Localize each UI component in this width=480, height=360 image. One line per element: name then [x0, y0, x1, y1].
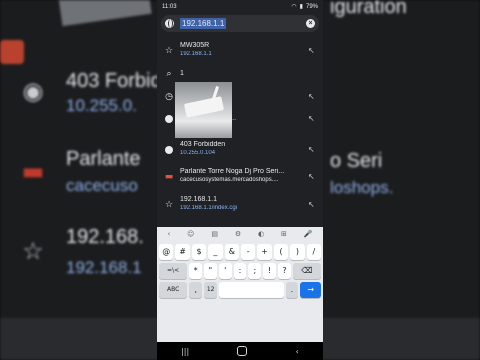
background-right-text: iguration	[330, 0, 407, 18]
suggestion-item[interactable]: ☆ MW305R 192.168.1.1 ↖	[157, 40, 323, 62]
suggestion-title: Parlante Torre Noga Dj Pro Seri...	[180, 168, 285, 175]
key[interactable]: @	[159, 244, 174, 260]
key[interactable]: !	[263, 263, 277, 279]
background-right-text: o Seri	[330, 150, 383, 172]
address-bar[interactable]: 192.168.1.1 ×	[161, 15, 319, 32]
star-icon: ☆	[164, 200, 174, 210]
globe-icon: ◉	[22, 77, 44, 105]
mic-icon[interactable]: 🎤	[304, 230, 313, 238]
suggestion-title: MW305R	[180, 42, 210, 49]
star-icon: ☆	[22, 237, 44, 265]
phone-screen: 11:03 ◠ ▮ 79% 192.168.1.1 × ☆ MW305R 192…	[157, 0, 323, 360]
wifi-icon: ◠	[291, 4, 297, 10]
globe-icon	[165, 19, 174, 28]
background-url: 192.168.1	[66, 258, 142, 277]
background-right-text: loshops.	[330, 178, 394, 197]
store-icon: ▬	[21, 157, 45, 185]
history-icon: ◷	[165, 92, 173, 102]
keyboard-row-3: ABC , 12 . →	[157, 282, 323, 298]
suggestion-url: cacecusosystemas.mercadoshops....	[180, 177, 279, 183]
back-button[interactable]: ‹	[296, 347, 299, 356]
suggestion-title: 403 Forbidden	[180, 141, 226, 148]
globe-icon	[164, 145, 174, 155]
enter-key[interactable]: →	[300, 282, 321, 298]
key[interactable]: +	[257, 244, 272, 260]
suggestion-title: 192.168.1.1	[180, 196, 217, 203]
key[interactable]: #	[175, 244, 190, 260]
background-url: 10.255.0.	[66, 96, 137, 115]
symbols-key[interactable]: =\<	[159, 263, 188, 279]
fill-arrow-icon[interactable]: ↖	[308, 92, 315, 101]
fill-arrow-icon[interactable]: ↖	[308, 46, 315, 55]
key[interactable]: /	[306, 244, 322, 260]
recents-button[interactable]: |||	[181, 347, 189, 356]
fill-arrow-icon[interactable]: ↖	[308, 172, 315, 181]
address-input[interactable]: 192.168.1.1	[180, 18, 227, 29]
background-store-thumbnail	[0, 40, 24, 64]
home-button[interactable]	[237, 346, 248, 356]
key[interactable]: *	[189, 263, 202, 279]
background-title: 192.168.	[66, 226, 144, 248]
star-icon: ☆	[164, 46, 174, 56]
background-thumbnail	[58, 0, 152, 27]
numpad-key[interactable]: 12	[204, 282, 218, 298]
search-icon: ⌕	[166, 69, 172, 79]
key[interactable]: &	[224, 244, 240, 260]
clear-icon[interactable]: ×	[306, 19, 315, 28]
key[interactable]: (	[273, 244, 289, 260]
comma-key[interactable]: ,	[189, 282, 203, 298]
theme-icon[interactable]: ◐	[258, 230, 264, 238]
settings-icon[interactable]: ⚙	[235, 230, 241, 238]
router-thumbnail	[175, 82, 232, 138]
key[interactable]: _	[208, 244, 223, 260]
space-key[interactable]	[219, 282, 284, 298]
key[interactable]: $	[191, 244, 207, 260]
router-body	[183, 96, 225, 118]
key[interactable]: "	[203, 263, 217, 279]
fill-arrow-icon[interactable]: ↖	[308, 114, 315, 123]
key[interactable]: )	[290, 244, 305, 260]
key[interactable]: ?	[278, 263, 291, 279]
emoji-icon[interactable]: ☺	[187, 230, 194, 238]
signal-icon: ▮	[299, 4, 303, 10]
screenshot-stage: ◉ 403 Forbidd 10.255.0. ▬ Parlante cacec…	[0, 0, 480, 360]
store-icon: ▬	[164, 172, 174, 182]
key[interactable]: '	[218, 263, 232, 279]
system-nav-bar: ||| ‹	[157, 342, 323, 360]
suggestion-url: 10.255.0.104	[180, 150, 216, 156]
key[interactable]: ;	[248, 263, 262, 279]
suggestion-url: 192.168.1.1	[180, 51, 212, 57]
suggestion-item[interactable]: ☆ 192.168.1.1 192.168.1.1/index.cgi ↖	[157, 194, 323, 216]
background-url: cacecuso	[66, 176, 138, 195]
suggestion-item[interactable]: ▬ Parlante Torre Noga Dj Pro Seri... cac…	[157, 166, 323, 188]
key[interactable]: :	[233, 263, 247, 279]
status-bar: 11:03 ◠ ▮ 79%	[157, 0, 323, 13]
backspace-key[interactable]: ⌫	[292, 263, 322, 279]
fill-arrow-icon[interactable]: ↖	[308, 200, 315, 209]
clipboard-icon[interactable]: ▤	[211, 230, 218, 238]
period-key[interactable]: .	[285, 282, 299, 298]
keyboard-row-2: =\< * " ' : ; ! ? ⌫	[157, 263, 323, 279]
status-time: 11:03	[162, 3, 177, 10]
suggestion-url: 192.168.1.1/index.cgi	[180, 205, 238, 211]
background-title: Parlante	[66, 148, 141, 170]
suggestion-item[interactable]: 403 Forbidden 10.255.0.104 ↖	[157, 139, 323, 161]
keyboard-toolbar: ‹ ☺ ▤ ⚙ ◐ ⊞ 🎤	[157, 227, 323, 241]
key[interactable]: -	[241, 244, 256, 260]
abc-key[interactable]: ABC	[159, 282, 188, 298]
status-right: ◠ ▮ 79%	[291, 3, 318, 11]
fill-arrow-icon[interactable]: ↖	[308, 145, 315, 154]
back-icon[interactable]: ‹	[167, 230, 170, 238]
globe-icon	[164, 114, 174, 124]
battery-level: 79%	[305, 3, 318, 10]
keyboard-row-1: @ # $ _ & - + ( ) /	[157, 244, 323, 260]
suggestion-title: 1	[180, 70, 184, 77]
keyboard: ‹ ☺ ▤ ⚙ ◐ ⊞ 🎤 @ # $ _ & - + ( ) / =\< * …	[157, 227, 323, 342]
layout-icon[interactable]: ⊞	[281, 230, 287, 238]
